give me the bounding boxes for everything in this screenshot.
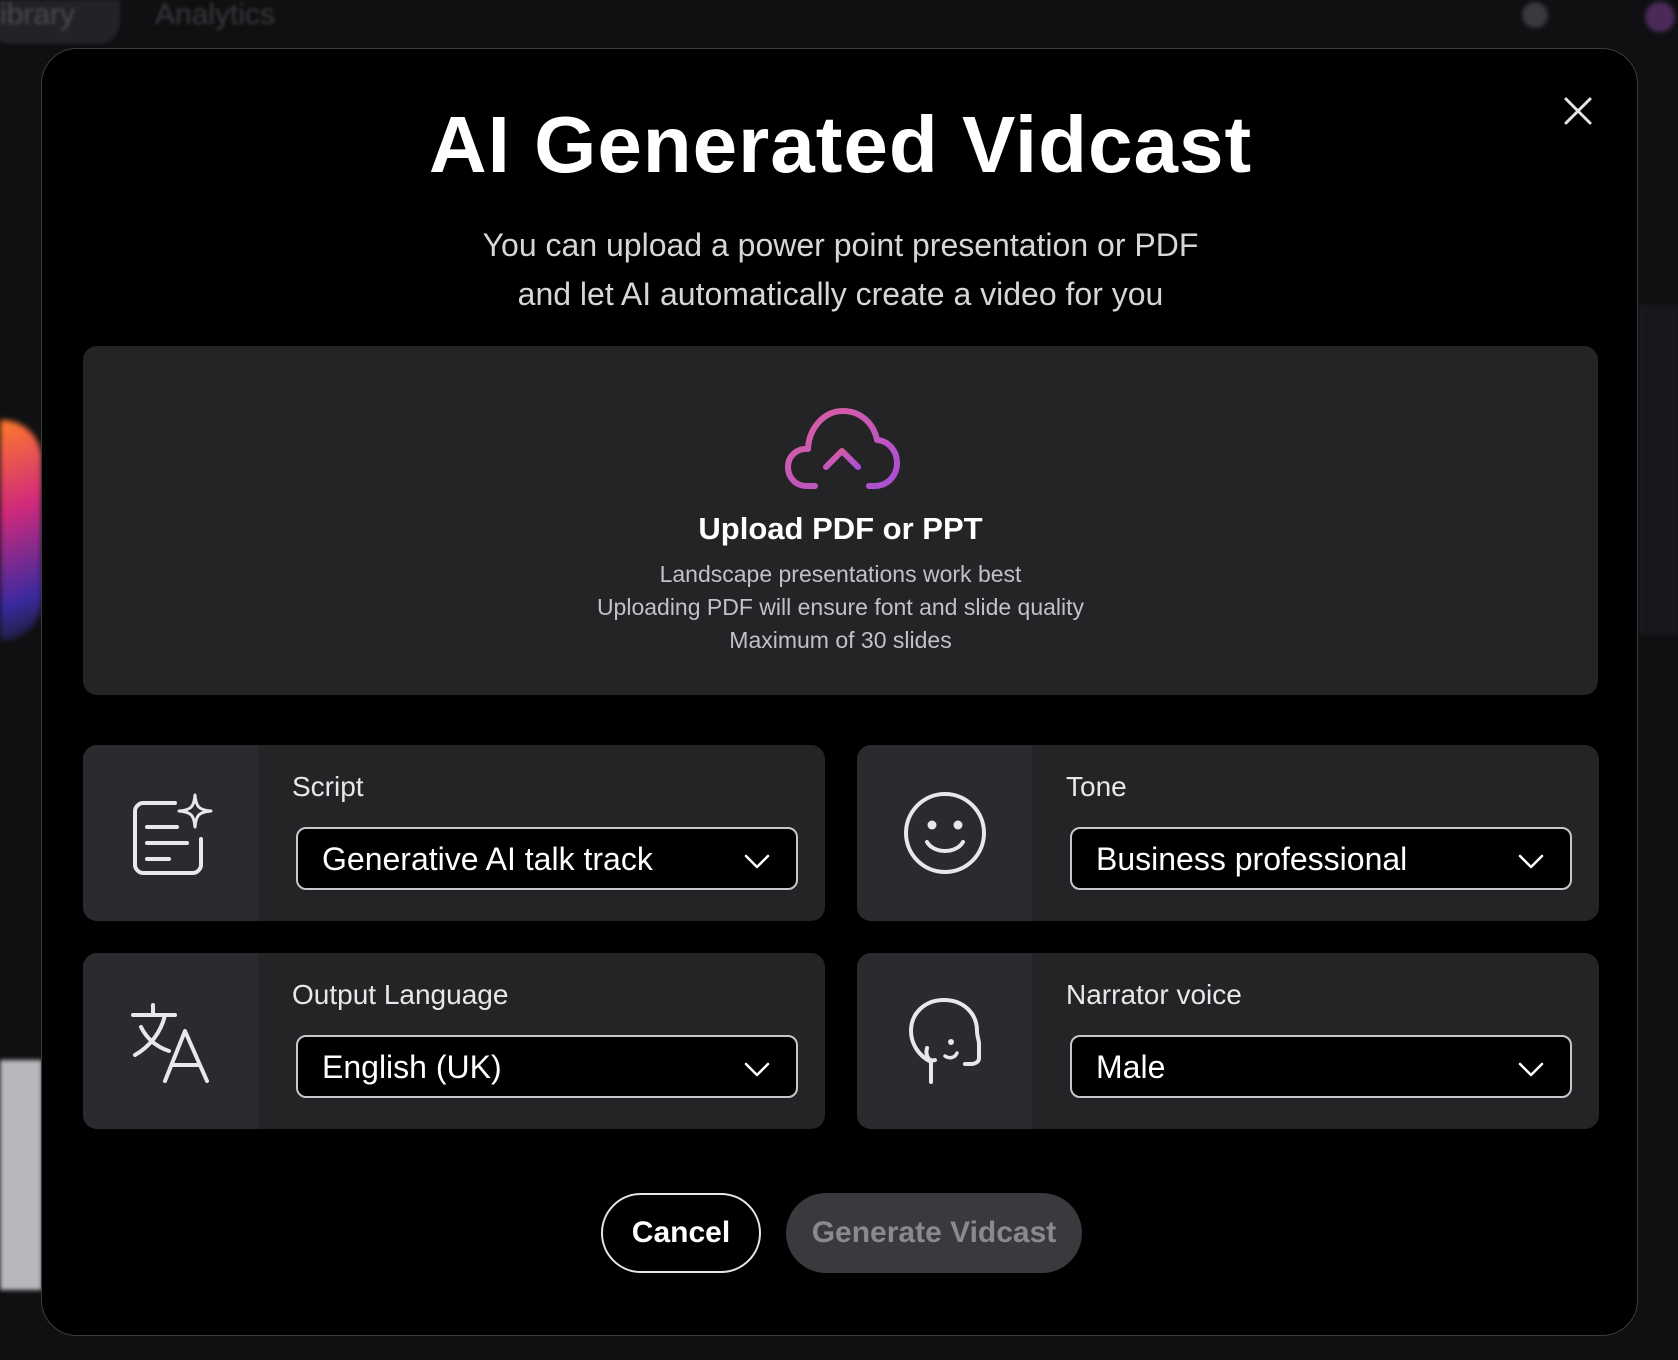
cloud-upload-icon <box>785 408 900 492</box>
language-select[interactable]: English (UK) <box>296 1035 798 1098</box>
modal-title: AI Generated Vidcast <box>428 100 1253 189</box>
language-icon-area <box>83 953 258 1129</box>
upload-title: Upload PDF or PPT <box>698 511 983 546</box>
tone-select-value: Business professional <box>1096 841 1408 877</box>
script-icon-area <box>83 745 258 921</box>
tone-label: Tone <box>1066 771 1127 802</box>
modal-subtitle: You can upload a power point presentatio… <box>42 221 1639 319</box>
tone-icon-area <box>857 745 1032 921</box>
chevron-down-icon <box>744 854 770 869</box>
voice-select[interactable]: Male <box>1070 1035 1572 1098</box>
tone-setting-card: Tone Business professional <box>857 745 1599 921</box>
background-side-panel <box>1640 305 1678 635</box>
language-setting-card: Output Language English (UK) <box>83 953 825 1129</box>
chevron-down-icon <box>744 1062 770 1077</box>
language-label: Output Language <box>292 979 509 1010</box>
subtitle-line-2: and let AI automatically create a video … <box>517 276 1164 312</box>
smiley-icon <box>903 792 986 874</box>
upload-hint-max-slides: Maximum of 30 slides <box>729 627 952 653</box>
upload-dropzone[interactable]: Upload PDF or PPT Landscape presentation… <box>83 346 1598 695</box>
chevron-down-icon <box>1518 854 1544 869</box>
upload-hint-orientation: Landscape presentations work best <box>659 561 1022 587</box>
background-library-tab: ibrary <box>0 0 120 44</box>
tone-select[interactable]: Business professional <box>1070 827 1572 890</box>
speaking-head-icon <box>908 998 981 1084</box>
voice-setting-card: Narrator voice Male <box>857 953 1599 1129</box>
script-setting-card: Script Generative AI talk track <box>83 745 825 921</box>
translate-icon <box>130 1003 209 1083</box>
background-analytics-tab: Analytics <box>155 0 276 31</box>
voice-label: Narrator voice <box>1066 979 1242 1010</box>
ai-script-icon <box>132 793 212 875</box>
script-select-value: Generative AI talk track <box>322 841 653 877</box>
voice-select-value: Male <box>1096 1049 1166 1085</box>
background-card <box>0 1060 42 1290</box>
language-select-value: English (UK) <box>322 1049 502 1085</box>
cancel-button[interactable]: Cancel <box>601 1193 761 1273</box>
background-thumbnail <box>0 420 42 640</box>
generate-vidcast-button[interactable]: Generate Vidcast <box>786 1193 1082 1273</box>
subtitle-line-1: You can upload a power point presentatio… <box>482 227 1199 263</box>
upload-hint-pdf-quality: Uploading PDF will ensure font and slide… <box>596 594 1085 620</box>
voice-icon-area <box>857 953 1032 1129</box>
vidcast-modal: AI Generated Vidcast You can upload a po… <box>41 48 1638 1336</box>
script-label: Script <box>292 771 364 802</box>
background-avatar <box>1645 2 1675 32</box>
background-search-icon <box>1522 2 1548 28</box>
script-select[interactable]: Generative AI talk track <box>296 827 798 890</box>
chevron-down-icon <box>1518 1062 1544 1077</box>
background-topbar: ibrary Analytics <box>0 0 1678 44</box>
